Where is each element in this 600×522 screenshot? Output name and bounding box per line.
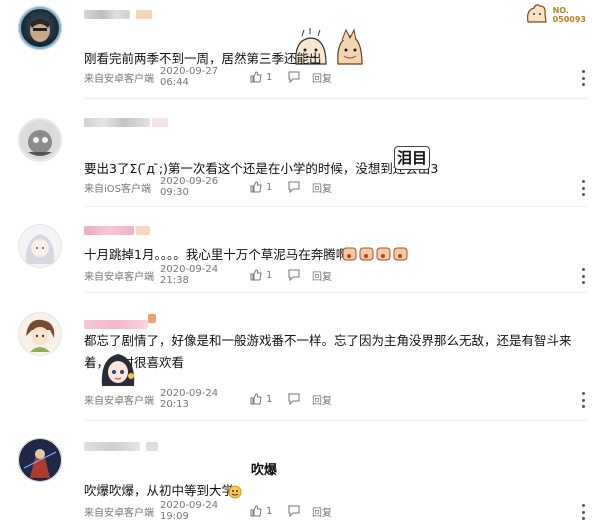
like-button[interactable]: 1 [250, 393, 288, 405]
comment-date: 2020-09-24 19:09 [160, 500, 219, 522]
sticker-text-icon: 泪目 [394, 146, 430, 170]
avatar-image [20, 120, 60, 160]
like-count: 1 [266, 71, 273, 83]
more-vertical-icon[interactable] [580, 180, 586, 196]
comment-meta: 来自安卓客户端 2020-09-24 20:13 1 回复 [84, 388, 332, 410]
avatar-image [20, 226, 60, 266]
like-button[interactable]: 1 [250, 71, 288, 83]
comment-text-content: 十月跳掉1月。。。。我心里十万个草泥马在奔腾啊！ [84, 247, 361, 262]
avatar[interactable] [18, 224, 62, 268]
reply-icon [288, 393, 300, 405]
like-count: 1 [266, 269, 273, 281]
reply-button[interactable]: 回复 [312, 268, 332, 283]
comment-text-content: 都忘了剧情了，好像是和一般游戏番不一样。忘了因为主角没界那么无敌，还是有智斗来着… [84, 333, 572, 370]
username-blurred[interactable] [84, 442, 140, 451]
more-vertical-icon[interactable] [580, 70, 586, 86]
avatar[interactable] [18, 6, 62, 50]
comment-source: 来自安卓客户端 [84, 395, 154, 407]
comment-text-content: 吹爆吹爆，从初中等到大学。 [84, 483, 247, 498]
comment-item: NO. 050093 刚看完前两季不到一周，居然第三季还能出 来自安卓客户端 2… [0, 0, 600, 100]
comment-date: 2020-09-24 20:13 [160, 388, 219, 410]
thumb-up-icon [250, 181, 262, 193]
username-tag [146, 442, 158, 451]
comment-text: 都忘了剧情了，好像是和一般游戏番不一样。忘了因为主角没界那么无敌，还是有智斗来着… [84, 330, 594, 374]
username-tag [136, 10, 152, 19]
divider [84, 206, 588, 207]
divider [84, 98, 588, 99]
sticker-label: 吹爆 [250, 463, 277, 478]
comment-item: 要出3了Σ( ̄д ̄;)第一次看这个还是在小学的时候，没想到还会出3 泪目 来… [0, 100, 600, 200]
avatar-image [20, 440, 60, 480]
username-blurred[interactable] [84, 118, 150, 127]
thumb-up-icon [250, 393, 262, 405]
reply-button[interactable]: 回复 [312, 70, 332, 85]
comment-date: 2020-09-24 21:38 [160, 264, 219, 286]
avatar[interactable] [18, 312, 62, 356]
more-vertical-icon[interactable] [580, 504, 586, 520]
reply-icon-button[interactable] [288, 181, 312, 193]
reply-icon [288, 181, 300, 193]
avatar-image [19, 7, 61, 49]
sticker-label: 泪目 [396, 149, 427, 167]
reply-icon-button[interactable] [288, 505, 312, 517]
like-count: 1 [266, 393, 273, 405]
like-button[interactable]: 1 [250, 505, 288, 517]
anime-girl-sticker-icon [98, 348, 138, 392]
divider [84, 292, 588, 293]
comment-meta: 来自安卓客户端 2020-09-24 21:38 1 回复 [84, 264, 332, 286]
like-button[interactable]: 1 [250, 181, 288, 193]
comment-source: 来自安卓客户端 [84, 271, 154, 283]
username-blurred[interactable] [84, 10, 130, 19]
thumb-up-icon [250, 71, 262, 83]
badge-sticker-icon [524, 2, 548, 28]
divider [84, 420, 588, 421]
more-vertical-icon[interactable] [580, 392, 586, 408]
emoji-row-icon [342, 246, 408, 266]
username-tag [152, 118, 168, 127]
reply-icon [288, 71, 300, 83]
comment-meta: 来自安卓客户端 2020-09-27 06:44 1 回复 [84, 66, 332, 88]
comment-text-content: 要出3了Σ( ̄д ̄;)第一次看这个还是在小学的时候，没想到还会出3 [84, 161, 439, 176]
avatar-image [20, 314, 60, 354]
avatar[interactable] [18, 438, 62, 482]
comment-source: 来自安卓客户端 [84, 73, 154, 85]
comment-date: 2020-09-27 06:44 [160, 66, 219, 88]
username-tag [148, 314, 156, 323]
comment-source: 来自安卓客户端 [84, 507, 154, 519]
sticker-text-icon: 吹爆 [246, 464, 282, 494]
comment-item: 十月跳掉1月。。。。我心里十万个草泥马在奔腾啊！ 来自安卓客户端 2020-09… [0, 208, 600, 300]
reply-icon [288, 269, 300, 281]
like-button[interactable]: 1 [250, 269, 288, 281]
username-tag [136, 226, 150, 235]
reply-button[interactable]: 回复 [312, 504, 332, 519]
comment-date: 2020-09-26 09:30 [160, 176, 219, 198]
comment-text: 十月跳掉1月。。。。我心里十万个草泥马在奔腾啊！ [84, 244, 361, 266]
comment-text: 吹爆吹爆，从初中等到大学。 [84, 480, 247, 502]
reply-icon-button[interactable] [288, 393, 312, 405]
more-vertical-icon[interactable] [580, 268, 586, 284]
reply-button[interactable]: 回复 [312, 180, 332, 195]
thumb-up-icon [250, 269, 262, 281]
avatar[interactable] [18, 118, 62, 162]
comment-item: 都忘了剧情了，好像是和一般游戏番不一样。忘了因为主角没界那么无敌，还是有智斗来着… [0, 294, 600, 418]
comment-source: 来自iOS客户端 [84, 183, 151, 195]
thumb-up-icon [250, 505, 262, 517]
comment-item: 吹爆吹爆，从初中等到大学。 吹爆 来自安卓客户端 2020-09-24 19:0… [0, 422, 600, 522]
like-count: 1 [266, 181, 273, 193]
fan-badge-number: NO. 050093 [552, 6, 586, 24]
comment-text: 要出3了Σ( ̄д ̄;)第一次看这个还是在小学的时候，没想到还会出3 [84, 158, 438, 180]
comment-meta: 来自iOS客户端 2020-09-26 09:30 1 回复 [84, 176, 332, 198]
reply-icon-button[interactable] [288, 71, 312, 83]
username-blurred[interactable] [84, 226, 134, 235]
reply-icon-button[interactable] [288, 269, 312, 281]
username-blurred[interactable] [84, 320, 148, 329]
reply-button[interactable]: 回复 [312, 392, 332, 407]
like-count: 1 [266, 505, 273, 517]
reply-icon [288, 505, 300, 517]
